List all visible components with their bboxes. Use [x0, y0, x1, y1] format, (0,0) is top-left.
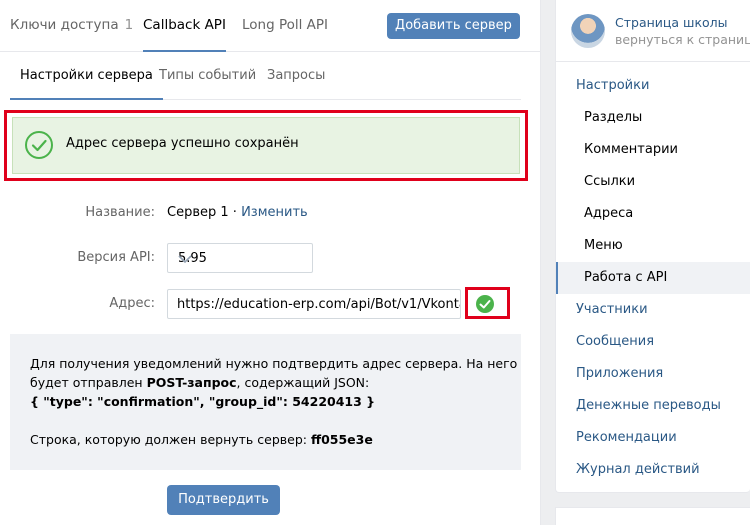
confirmation-string: ff055e3e: [310, 432, 373, 447]
sidebar-item-recommendations[interactable]: Рекомендации: [556, 422, 750, 454]
address-label: Адрес:: [109, 296, 155, 311]
confirmation-info: Для получения уведомлений нужно подтверд…: [10, 334, 521, 470]
sidebar: Страница школы вернуться к странице Наст…: [555, 0, 750, 493]
highlight-frame-check: [465, 287, 510, 319]
sidebar-item-settings[interactable]: Настройки: [556, 70, 750, 102]
tab-server-settings-label: Настройки сервера: [20, 68, 153, 83]
tab-event-types-label: Типы событий: [159, 68, 257, 83]
info-line-4-prefix: Строка, которую должен вернуть сервер:: [30, 432, 311, 447]
sidebar-item-sections[interactable]: Разделы: [556, 102, 750, 134]
sidebar-item-links[interactable]: Ссылки: [556, 166, 750, 198]
highlight-frame-alert: [4, 110, 528, 181]
server-address-value: https://education-erp.com/api/Bot/v1/Vko…: [177, 297, 461, 312]
tab-access-keys-count: 1: [124, 17, 134, 33]
name-separator: ·: [228, 205, 242, 220]
info-line-2: будет отправлен POST-запрос, содержащий …: [30, 373, 369, 392]
avatar: [571, 14, 605, 48]
confirm-button[interactable]: Подтвердить: [167, 485, 280, 515]
sidebar-item-menu[interactable]: Меню: [556, 230, 750, 262]
info-post-request: POST-запрос: [146, 375, 237, 390]
tab-callback-api[interactable]: Callback API: [143, 0, 226, 52]
info-line-2-prefix: будет отправлен: [30, 375, 147, 390]
tab-requests[interactable]: Запросы: [267, 52, 325, 100]
sidebar-item-members[interactable]: Участники: [556, 294, 750, 326]
profile-back-link: вернуться к странице: [615, 32, 750, 47]
add-server-button[interactable]: Добавить сервер: [387, 13, 520, 39]
sidebar-item-addresses[interactable]: Адреса: [556, 198, 750, 230]
sidebar-item-messages[interactable]: Сообщения: [556, 326, 750, 358]
api-version-select[interactable]: 5.95: [167, 243, 313, 273]
name-label: Название:: [85, 205, 155, 220]
server-address-input[interactable]: https://education-erp.com/api/Bot/v1/Vko…: [167, 289, 461, 319]
tab-callback-api-label: Callback API: [143, 17, 226, 33]
sidebar-secondary-block: [555, 507, 750, 525]
chevron-down-icon: [178, 253, 302, 268]
api-tabs: Ключи доступа 1 Callback API Long Poll AP…: [0, 0, 541, 52]
tab-long-poll-api[interactable]: Long Poll API: [242, 0, 328, 52]
edit-name-link[interactable]: Изменить: [241, 205, 308, 220]
server-sub-tabs: Настройки сервера Типы событий Запросы: [10, 52, 521, 100]
profile-block[interactable]: Страница школы вернуться к странице: [556, 0, 750, 62]
tab-access-keys[interactable]: Ключи доступа 1: [10, 0, 133, 52]
sidebar-item-money-transfers[interactable]: Денежные переводы: [556, 390, 750, 422]
tab-access-keys-label: Ключи доступа: [10, 17, 119, 33]
info-line-4: Строка, которую должен вернуть сервер: f…: [30, 430, 373, 449]
sidebar-item-api[interactable]: Работа с API: [556, 262, 750, 294]
tab-server-settings[interactable]: Настройки сервера: [10, 52, 163, 100]
api-version-label: Версия API:: [77, 250, 155, 265]
sidebar-item-apps[interactable]: Приложения: [556, 358, 750, 390]
tab-event-types[interactable]: Типы событий: [159, 52, 256, 100]
server-name-value: Сервер 1 · Изменить: [167, 205, 308, 220]
info-line-2-suffix: , содержащий JSON:: [236, 375, 370, 390]
sidebar-item-action-log[interactable]: Журнал действий: [556, 454, 750, 486]
info-json: { "type": "confirmation", "group_id": 54…: [30, 392, 375, 411]
profile-name: Страница школы: [615, 15, 728, 30]
main-panel: Ключи доступа 1 Callback API Long Poll AP…: [0, 0, 541, 525]
tab-requests-label: Запросы: [267, 68, 326, 83]
info-json-text: { "type": "confirmation", "group_id": 54…: [30, 394, 376, 409]
tab-long-poll-api-label: Long Poll API: [242, 17, 329, 33]
server-name: Сервер 1: [167, 205, 229, 220]
sidebar-item-comments[interactable]: Комментарии: [556, 134, 750, 166]
info-line-1: Для получения уведомлений нужно подтверд…: [30, 356, 518, 371]
